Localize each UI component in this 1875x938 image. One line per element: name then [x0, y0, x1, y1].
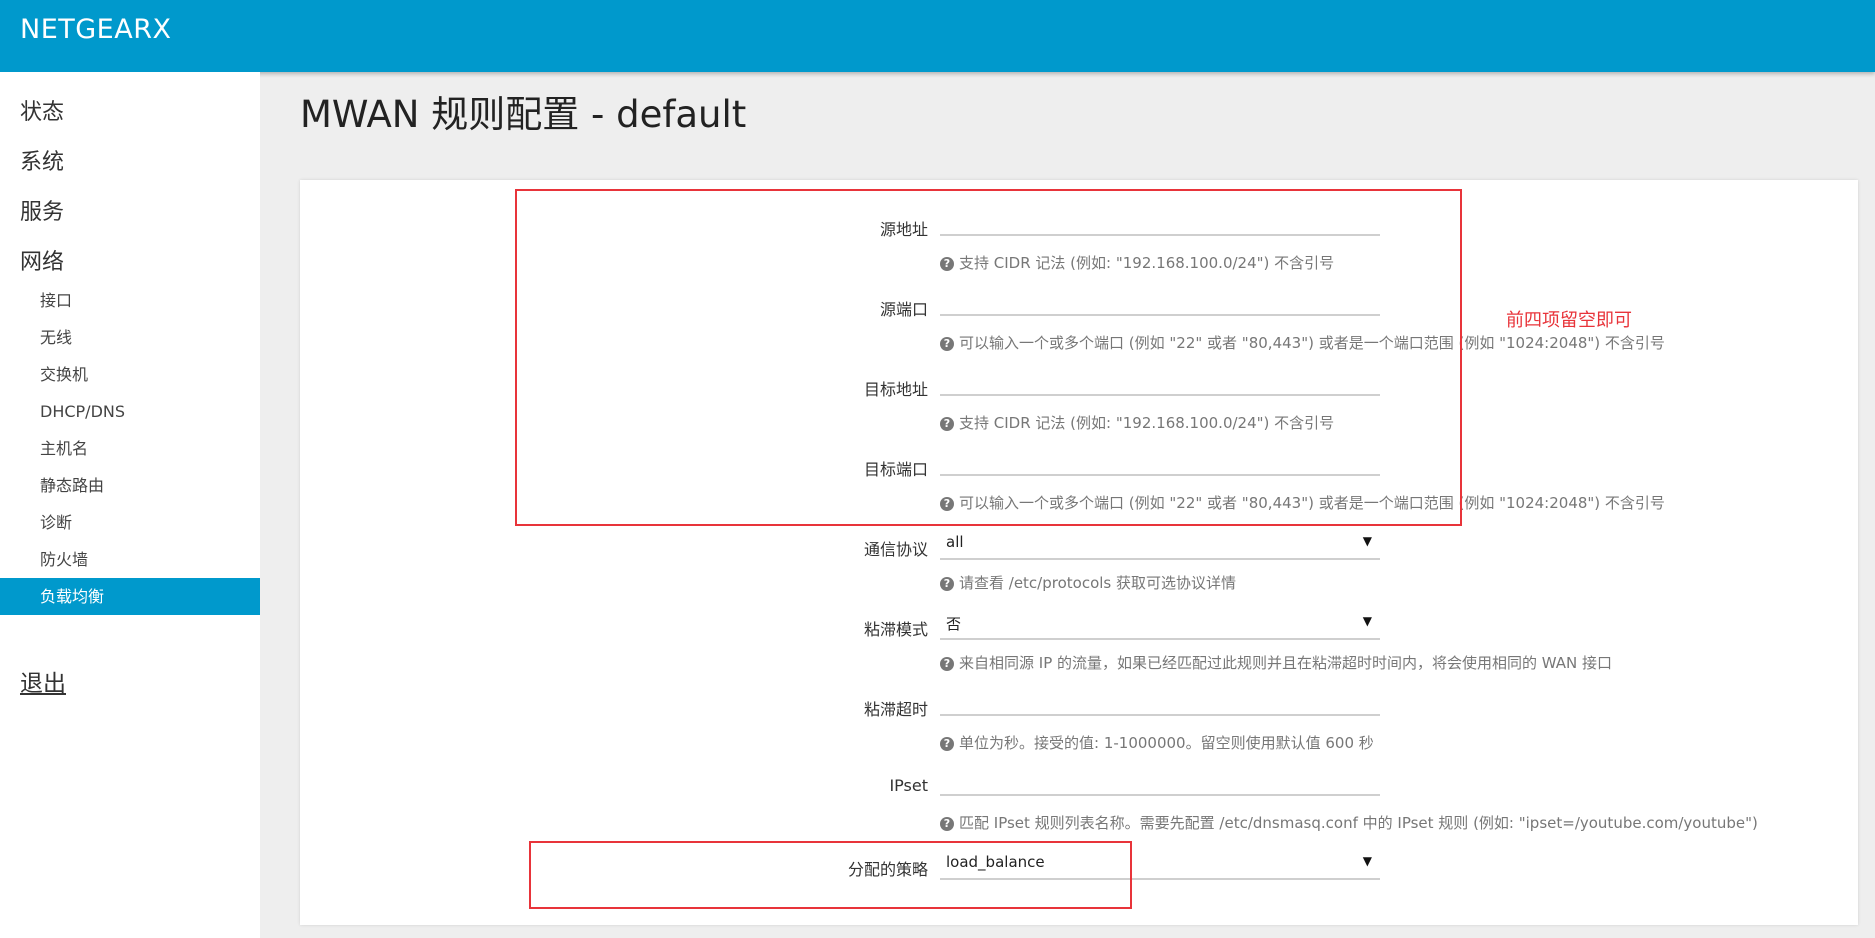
logout-link[interactable]: 退出: [20, 664, 66, 698]
sidebar: 状态 系统 服务 网络 接口 无线 交换机 DHCP/DNS 主机名 静态路由 …: [0, 72, 260, 938]
sidebar-item-firewall[interactable]: 防火墙: [0, 541, 260, 578]
proto-select-value: all: [946, 533, 964, 551]
timeout-input[interactable]: [940, 690, 1380, 716]
caret-down-icon: ▼: [1362, 534, 1372, 548]
question-circle-icon: ?: [940, 657, 954, 671]
sticky-select-value: 否: [946, 615, 962, 633]
caret-down-icon: ▼: [1362, 854, 1372, 868]
timeout-help-text: 单位为秒。接受的值: 1-1000000。留空则使用默认值 600 秒: [959, 734, 1374, 752]
menu-network[interactable]: 网络: [20, 244, 64, 276]
proto-select[interactable]: all ▼: [940, 530, 1380, 560]
sidebar-item-switch[interactable]: 交换机: [0, 356, 260, 393]
sidebar-item-wireless[interactable]: 无线: [0, 319, 260, 356]
ipset-input[interactable]: [940, 770, 1380, 796]
timeout-label: 粘滞超时: [863, 700, 928, 719]
caret-down-icon: ▼: [1362, 614, 1372, 628]
proto-help: ? 请查看 /etc/protocols 获取可选协议详情: [940, 572, 1236, 593]
sidebar-item-load-balancing[interactable]: 负载均衡: [0, 578, 260, 615]
highlight-box-first-four: [515, 189, 1462, 526]
sidebar-item-diagnostics[interactable]: 诊断: [0, 504, 260, 541]
sticky-help-text: 来自相同源 IP 的流量，如果已经匹配过此规则并且在粘滞超时时间内，将会使用相同…: [959, 654, 1613, 672]
ipset-help-text: 匹配 IPset 规则列表名称。需要先配置 /etc/dnsmasq.conf …: [959, 814, 1758, 832]
ipset-label: IPset: [889, 776, 928, 795]
proto-help-text: 请查看 /etc/protocols 获取可选协议详情: [959, 574, 1237, 592]
question-circle-icon: ?: [940, 737, 954, 751]
menu-status[interactable]: 状态: [20, 94, 64, 126]
menu-system[interactable]: 系统: [20, 144, 64, 176]
sidebar-item-dhcp-dns[interactable]: DHCP/DNS: [0, 393, 260, 430]
menu-services[interactable]: 服务: [20, 194, 64, 226]
sticky-label: 粘滞模式: [863, 620, 928, 639]
proto-label: 通信协议: [863, 540, 928, 559]
sidebar-item-interfaces[interactable]: 接口: [0, 282, 260, 319]
ipset-help: ? 匹配 IPset 规则列表名称。需要先配置 /etc/dnsmasq.conf…: [940, 812, 1758, 833]
sticky-help: ? 来自相同源 IP 的流量，如果已经匹配过此规则并且在粘滞超时时间内，将会使用相…: [940, 652, 1612, 673]
annotation-note: 前四项留空即可: [1506, 310, 1632, 331]
sidebar-item-hostnames[interactable]: 主机名: [0, 430, 260, 467]
question-circle-icon: ?: [940, 817, 954, 831]
highlight-box-policy: [529, 841, 1132, 909]
sidebar-item-static-routes[interactable]: 静态路由: [0, 467, 260, 504]
question-circle-icon: ?: [940, 577, 954, 591]
brand-logo[interactable]: NETGEARX: [20, 14, 171, 45]
sticky-select[interactable]: 否 ▼: [940, 610, 1380, 640]
timeout-help: ? 单位为秒。接受的值: 1-1000000。留空则使用默认值 600 秒: [940, 732, 1374, 753]
top-bar: NETGEARX: [0, 0, 1875, 72]
page-title: MWAN 规则配置 - default: [300, 93, 747, 136]
